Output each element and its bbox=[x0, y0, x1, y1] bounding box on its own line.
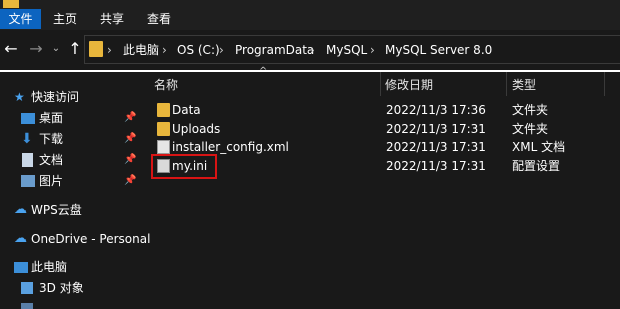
tab-file[interactable]: 文件 bbox=[0, 9, 41, 29]
sidebar-item-desktop[interactable]: 桌面 📌 bbox=[0, 109, 140, 127]
sidebar-item-pictures[interactable]: 图片 📌 bbox=[0, 172, 140, 190]
sidebar-item-this-pc[interactable]: 此电脑 bbox=[0, 258, 140, 276]
sidebar-item-onedrive[interactable]: ☁ OneDrive - Personal bbox=[0, 230, 150, 248]
breadcrumb-drive-c[interactable]: OS (C:) bbox=[177, 42, 220, 58]
column-divider[interactable] bbox=[506, 72, 507, 96]
chevron-right-icon: › bbox=[370, 43, 375, 57]
desktop-icon bbox=[21, 113, 35, 124]
tab-home[interactable]: 主页 bbox=[45, 9, 85, 29]
onedrive-icon: ☁ bbox=[14, 231, 27, 246]
sidebar-item-partial[interactable] bbox=[0, 300, 140, 309]
sidebar-item-wps-cloud[interactable]: ☁ WPS云盘 bbox=[0, 201, 140, 219]
address-bar[interactable]: › 此电脑 › OS (C:) › ProgramData › MySQL › … bbox=[84, 35, 620, 64]
document-icon bbox=[22, 153, 33, 167]
highlight-annotation bbox=[151, 154, 217, 179]
arrow-up-icon: ↑ bbox=[68, 39, 82, 58]
chevron-right-icon: › bbox=[219, 43, 224, 57]
cloud-icon: ☁ bbox=[14, 202, 27, 217]
column-header-name[interactable]: 名称 bbox=[154, 76, 178, 94]
tab-share[interactable]: 共享 bbox=[92, 9, 132, 29]
up-button[interactable]: ↑ bbox=[66, 40, 84, 58]
tab-view[interactable]: 查看 bbox=[139, 9, 179, 29]
chevron-right-icon: › bbox=[310, 43, 315, 57]
breadcrumb-mysql-server[interactable]: MySQL Server 8.0 bbox=[385, 42, 492, 58]
xml-file-icon bbox=[157, 140, 170, 154]
sidebar-item-documents[interactable]: 文档 📌 bbox=[0, 151, 140, 169]
breadcrumb-mysql[interactable]: MySQL bbox=[326, 42, 367, 58]
folder-icon bbox=[3, 0, 19, 8]
file-row-uploads[interactable]: Uploads 2022/11/3 17:31 文件夹 bbox=[150, 120, 620, 138]
cube-icon bbox=[21, 282, 33, 294]
video-icon bbox=[21, 303, 33, 309]
chevron-right-icon: › bbox=[107, 43, 112, 57]
column-header-modified[interactable]: 修改日期 bbox=[385, 76, 433, 94]
sort-ascending-icon: ^ bbox=[259, 66, 268, 77]
sidebar-item-downloads[interactable]: ⬇ 下载 📌 bbox=[0, 130, 140, 148]
column-divider[interactable] bbox=[604, 72, 605, 96]
pin-icon[interactable]: 📌 bbox=[124, 132, 136, 146]
chevron-right-icon: › bbox=[162, 43, 167, 57]
breadcrumb-this-pc[interactable]: 此电脑 bbox=[123, 42, 159, 58]
pictures-icon bbox=[21, 175, 35, 187]
column-divider[interactable] bbox=[380, 72, 381, 96]
column-header-type[interactable]: 类型 bbox=[512, 76, 536, 94]
pin-icon[interactable]: 📌 bbox=[124, 153, 136, 167]
file-row-my-ini[interactable]: my.ini 2022/11/3 17:31 配置设置 bbox=[150, 157, 620, 175]
title-bar bbox=[0, 0, 620, 8]
arrow-left-icon: ← bbox=[4, 39, 18, 58]
folder-icon bbox=[157, 122, 170, 136]
file-row-data[interactable]: Data 2022/11/3 17:36 文件夹 bbox=[150, 101, 620, 119]
computer-icon bbox=[14, 262, 28, 273]
star-icon: ★ bbox=[14, 90, 25, 104]
file-row-installer-config[interactable]: installer_config.xml 2022/11/3 17:31 XML… bbox=[150, 138, 620, 156]
back-button[interactable]: ← bbox=[2, 40, 20, 58]
sidebar-item-3d-objects[interactable]: 3D 对象 bbox=[0, 279, 140, 297]
forward-button[interactable]: → bbox=[27, 40, 45, 58]
sidebar-item-quick-access[interactable]: ★ 快速访问 bbox=[0, 88, 140, 106]
recent-locations-button[interactable]: ⌄ bbox=[47, 40, 65, 58]
arrow-right-icon: → bbox=[29, 39, 43, 58]
pin-icon[interactable]: 📌 bbox=[124, 111, 136, 125]
pin-icon[interactable]: 📌 bbox=[124, 174, 136, 188]
breadcrumb-programdata[interactable]: ProgramData bbox=[235, 42, 314, 58]
download-icon: ⬇ bbox=[21, 131, 33, 147]
chevron-down-icon: ⌄ bbox=[51, 43, 61, 54]
folder-icon bbox=[89, 41, 103, 57]
folder-icon bbox=[157, 103, 170, 117]
